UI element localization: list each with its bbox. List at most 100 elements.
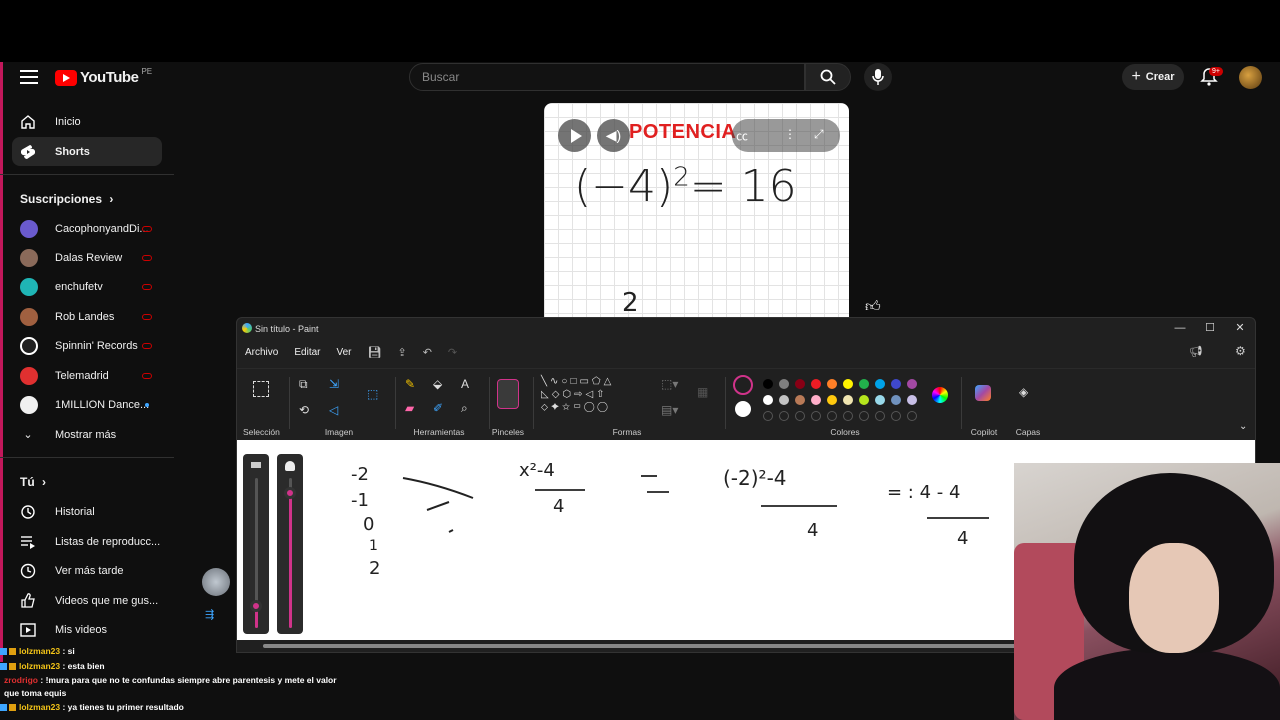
sidebar-item-watch-later[interactable]: Ver más tarde xyxy=(12,556,162,585)
image-select-icon[interactable]: ⬚ xyxy=(367,387,378,401)
outline-icon[interactable]: ⬚▾ xyxy=(661,377,678,391)
layers-icon[interactable]: ◈ xyxy=(1019,385,1028,399)
brush-icon[interactable] xyxy=(497,379,519,409)
color-swatch[interactable] xyxy=(827,395,837,405)
announce-icon[interactable]: 📢︎ xyxy=(1189,345,1203,358)
empty-color-slot[interactable] xyxy=(827,411,837,421)
redo-icon[interactable]: ↷ xyxy=(448,346,457,359)
subscription-item[interactable]: enchufetv xyxy=(12,272,162,301)
color-swatch[interactable] xyxy=(891,379,901,389)
voice-search-button[interactable] xyxy=(864,63,892,91)
empty-color-slot[interactable] xyxy=(795,411,805,421)
short-video-player[interactable]: ◀) POTENCIA ㏄ ⋮ ⤢ (−4)2= 16 2 xyxy=(544,103,849,319)
secondary-color[interactable] xyxy=(735,401,751,417)
color-swatch[interactable] xyxy=(811,379,821,389)
empty-color-slot[interactable] xyxy=(811,411,821,421)
color-picker-icon[interactable]: ✐ xyxy=(433,401,443,415)
empty-color-slot[interactable] xyxy=(891,411,901,421)
edit-colors-icon[interactable] xyxy=(932,387,948,403)
search-input[interactable]: Buscar xyxy=(409,63,805,91)
more-options-icon[interactable]: ⋮ xyxy=(784,127,796,141)
sidebar-item-liked-videos[interactable]: Videos que me gus... xyxy=(12,586,162,615)
color-swatch[interactable] xyxy=(795,395,805,405)
play-button[interactable] xyxy=(558,119,591,152)
sidebar-item-history[interactable]: Historial xyxy=(12,497,162,526)
selection-tool[interactable] xyxy=(253,381,269,397)
color-swatch[interactable] xyxy=(779,379,789,389)
settings-icon[interactable]: ⚙ xyxy=(1235,344,1246,358)
magnifier-icon[interactable]: ⌕ xyxy=(461,401,468,416)
fill-icon[interactable]: ⬙ xyxy=(433,377,442,391)
empty-color-slot[interactable] xyxy=(763,411,773,421)
color-swatch[interactable] xyxy=(827,379,837,389)
menu-archivo[interactable]: Archivo xyxy=(245,347,278,358)
empty-color-slot[interactable] xyxy=(843,411,853,421)
primary-color[interactable] xyxy=(733,375,753,395)
you-heading[interactable]: Tú › xyxy=(20,475,46,489)
sidebar-item-inicio[interactable]: Inicio xyxy=(12,107,162,136)
share-icon[interactable]: ⇪ xyxy=(397,346,406,359)
user-avatar[interactable] xyxy=(1239,66,1262,89)
subscriptions-heading[interactable]: Suscripciones › xyxy=(20,192,113,206)
color-swatch[interactable] xyxy=(843,379,853,389)
color-swatch[interactable] xyxy=(907,379,917,389)
color-swatch[interactable] xyxy=(811,395,821,405)
color-swatch[interactable] xyxy=(763,379,773,389)
hamburger-menu-icon[interactable] xyxy=(20,70,38,84)
search-button[interactable] xyxy=(805,63,851,91)
menu-editar[interactable]: Editar xyxy=(294,347,320,358)
show-more-button[interactable]: ⌄ Mostrar más xyxy=(12,420,162,449)
ribbon-collapse-icon[interactable]: ⌄ xyxy=(1239,421,1247,432)
subscription-item[interactable]: Dalas Review xyxy=(12,243,162,272)
channel-avatar xyxy=(20,307,38,326)
shape-size-icon[interactable]: ▦ xyxy=(697,385,708,399)
color-swatch[interactable] xyxy=(795,379,805,389)
color-swatch[interactable] xyxy=(875,395,885,405)
crop-icon[interactable]: ⧉ xyxy=(299,377,308,392)
empty-color-slot[interactable] xyxy=(779,411,789,421)
sidebar-item-playlists[interactable]: Listas de reproducc... xyxy=(12,527,162,556)
rotate-icon[interactable]: ⟲ xyxy=(299,403,309,417)
eraser-icon[interactable]: ▰ xyxy=(405,401,414,415)
color-swatch[interactable] xyxy=(859,379,869,389)
flip-icon[interactable]: ◁ xyxy=(329,403,338,417)
volume-button[interactable]: ◀) xyxy=(597,119,630,152)
empty-color-slot[interactable] xyxy=(907,411,917,421)
color-swatch[interactable] xyxy=(875,379,885,389)
handwritten-expression: (-2)²-4 xyxy=(723,466,787,490)
group-label: Capas xyxy=(1015,427,1041,437)
pencil-icon[interactable]: ✎ xyxy=(405,377,415,391)
close-icon[interactable]: ✕ xyxy=(1225,318,1255,340)
sidebar-item-my-videos[interactable]: Mis videos xyxy=(12,615,162,644)
captions-icon[interactable]: ㏄ xyxy=(736,127,748,144)
text-icon[interactable]: A xyxy=(461,377,469,391)
color-swatch[interactable] xyxy=(907,395,917,405)
subscription-item[interactable]: 1MILLION Dance... xyxy=(12,390,162,419)
copilot-icon[interactable] xyxy=(975,385,991,401)
empty-color-slot[interactable] xyxy=(859,411,869,421)
shapes-gallery[interactable]: ╲∿○□▭⬠△ ◺◇⬡⇨◁⇧ ⬦✦✩▭◯◯ xyxy=(541,375,641,414)
save-icon[interactable]: 💾︎ xyxy=(368,346,382,359)
color-swatch[interactable] xyxy=(843,395,853,405)
floating-avatar[interactable] xyxy=(202,568,230,596)
color-swatch[interactable] xyxy=(859,395,869,405)
subscription-item[interactable]: Telemadrid xyxy=(12,361,162,390)
notification-badge: 9+ xyxy=(1209,67,1223,76)
color-swatch[interactable] xyxy=(779,395,789,405)
color-swatch[interactable] xyxy=(763,395,773,405)
sidebar-item-shorts[interactable]: Shorts xyxy=(12,137,162,166)
maximize-icon[interactable]: ☐ xyxy=(1195,318,1225,340)
resize-icon[interactable]: ⇲ xyxy=(329,377,339,391)
color-swatch[interactable] xyxy=(891,395,901,405)
menu-ver[interactable]: Ver xyxy=(336,347,351,358)
create-button[interactable]: + Crear xyxy=(1122,64,1184,90)
subscription-item[interactable]: CacophonyandDi... xyxy=(12,214,162,243)
fullscreen-icon[interactable]: ⤢ xyxy=(814,127,824,142)
youtube-logo[interactable]: YouTube PE xyxy=(55,67,152,86)
subscription-item[interactable]: Spinnin' Records xyxy=(12,331,162,360)
fill-shape-icon[interactable]: ▤▾ xyxy=(661,403,678,417)
empty-color-slot[interactable] xyxy=(875,411,885,421)
minimize-icon[interactable]: — xyxy=(1165,318,1195,340)
subscription-item[interactable]: Rob Landes xyxy=(12,302,162,331)
undo-icon[interactable]: ↶ xyxy=(423,346,432,359)
